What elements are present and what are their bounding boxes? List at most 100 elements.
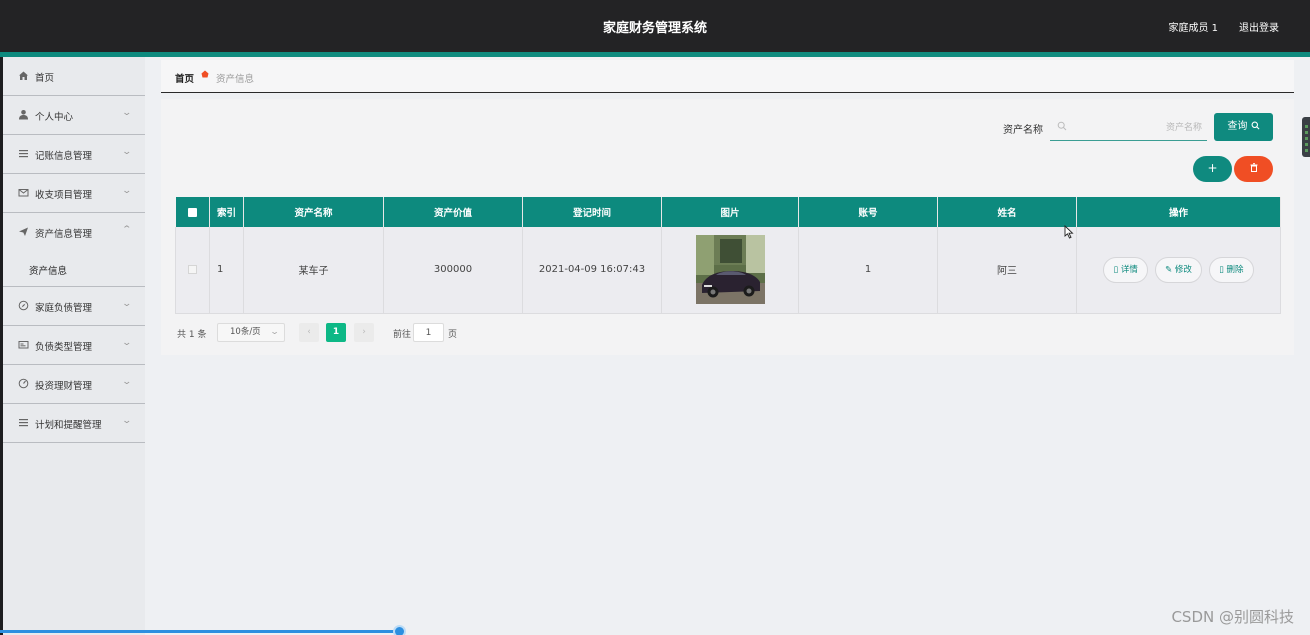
sidebar-item-label: 家庭负债管理 bbox=[35, 303, 93, 314]
compass-icon bbox=[18, 300, 29, 311]
plus-icon: + bbox=[1207, 161, 1218, 175]
app-title: 家庭财务管理系统 bbox=[602, 21, 707, 36]
column-header: 操作 bbox=[1076, 197, 1281, 227]
top-accent-line bbox=[0, 52, 1310, 57]
sidebar-item-label: 个人中心 bbox=[35, 112, 74, 123]
send-icon bbox=[18, 226, 29, 237]
sidebar: 首页 个人中心 ⌄ 记账信息管理 ⌄ 收支项目管理 ⌄ 资产信息管理 ⌃ 资产信… bbox=[3, 57, 145, 635]
sidebar-item-plans-reminders[interactable]: 计划和提醒管理 ⌄ bbox=[3, 404, 145, 443]
query-button[interactable]: 查询 bbox=[1214, 113, 1273, 141]
document-icon: ▯ bbox=[1113, 264, 1119, 275]
chevron-up-icon: ⌃ bbox=[121, 225, 133, 235]
sidebar-item-label: 负债类型管理 bbox=[35, 342, 93, 353]
sidebar-item-home[interactable]: 首页 bbox=[3, 57, 145, 96]
query-button-label: 查询 bbox=[1227, 121, 1248, 132]
cell-operations: ▯ 详情 ✎ 修改 ▯ 删除 bbox=[1076, 227, 1281, 314]
next-page-button[interactable]: › bbox=[354, 323, 374, 342]
edit-icon: ✎ bbox=[1165, 264, 1173, 275]
sidebar-item-debt-type[interactable]: 负债类型管理 ⌄ bbox=[3, 326, 145, 365]
sidebar-item-income-expense[interactable]: 收支项目管理 ⌄ bbox=[3, 174, 145, 213]
row-select-cell bbox=[175, 227, 210, 314]
edit-label: 修改 bbox=[1174, 264, 1192, 275]
cell-image bbox=[661, 227, 799, 314]
column-header: 姓名 bbox=[937, 197, 1077, 227]
goto-label: 前往 bbox=[393, 330, 412, 340]
pagination: 共 1 条 10条/页 ⌄ ‹ 1 › 前往 页 bbox=[177, 323, 577, 343]
chevron-right-icon: › bbox=[362, 327, 366, 337]
sidebar-item-label: 投资理财管理 bbox=[35, 381, 93, 392]
search-icon bbox=[1057, 121, 1067, 131]
cell-account: 1 bbox=[798, 227, 938, 314]
sidebar-item-accounting[interactable]: 记账信息管理 ⌄ bbox=[3, 135, 145, 174]
logout-link[interactable]: 退出登录 bbox=[1239, 19, 1279, 34]
mail-icon bbox=[18, 187, 29, 198]
top-bar: 家庭财务管理系统 家庭成员 1 退出登录 bbox=[0, 0, 1310, 52]
search-icon bbox=[1251, 121, 1260, 130]
sidebar-item-investment[interactable]: 投资理财管理 ⌄ bbox=[3, 365, 145, 404]
search-field[interactable] bbox=[1050, 116, 1207, 141]
prev-page-button[interactable]: ‹ bbox=[299, 323, 319, 342]
cell-index: 1 bbox=[209, 227, 244, 314]
edit-button[interactable]: ✎ 修改 bbox=[1155, 256, 1202, 283]
sidebar-item-assets[interactable]: 资产信息管理 ⌃ bbox=[3, 213, 145, 252]
list-icon bbox=[18, 148, 29, 159]
mouse-cursor-icon bbox=[1064, 225, 1074, 239]
separator-icon bbox=[201, 70, 209, 78]
search-label: 资产名称 bbox=[1003, 125, 1043, 136]
side-scroll-handle[interactable] bbox=[1302, 117, 1310, 157]
chevron-down-icon: ⌄ bbox=[121, 108, 133, 118]
page-size-select[interactable]: 10条/页 ⌄ bbox=[217, 323, 285, 342]
sidebar-item-label: 资产信息管理 bbox=[35, 229, 93, 240]
detail-button[interactable]: ▯ 详情 bbox=[1103, 256, 1148, 283]
select-all-header[interactable] bbox=[175, 197, 210, 227]
sidebar-item-label: 计划和提醒管理 bbox=[35, 420, 102, 431]
row-checkbox[interactable] bbox=[188, 264, 197, 274]
breadcrumb: 首页 资产信息 bbox=[161, 60, 1294, 93]
batch-delete-button[interactable] bbox=[1234, 156, 1273, 182]
chevron-down-icon: ⌄ bbox=[121, 186, 133, 196]
search-input[interactable] bbox=[1072, 120, 1202, 136]
delete-label: 删除 bbox=[1226, 264, 1244, 275]
select-all-checkbox[interactable] bbox=[187, 207, 197, 217]
chevron-down-icon: ⌄ bbox=[121, 416, 133, 426]
breadcrumb-current: 资产信息 bbox=[216, 74, 255, 85]
watermark: CSDN @别圆科技 bbox=[1171, 608, 1294, 626]
column-header: 资产价值 bbox=[383, 197, 523, 227]
cell-person-name: 阿三 bbox=[937, 227, 1077, 314]
column-header: 索引 bbox=[209, 197, 244, 227]
detail-label: 详情 bbox=[1120, 264, 1138, 275]
chevron-down-icon: ⌄ bbox=[121, 147, 133, 157]
progress-handle[interactable] bbox=[393, 625, 406, 635]
user-icon bbox=[18, 109, 29, 120]
page-number-button[interactable]: 1 bbox=[326, 323, 346, 342]
sidebar-item-label: 收支项目管理 bbox=[35, 190, 93, 201]
sidebar-subitem-asset-info[interactable]: 资产信息 bbox=[3, 252, 145, 287]
page-unit-label: 页 bbox=[448, 330, 458, 340]
chevron-left-icon: ‹ bbox=[307, 327, 311, 337]
car-image[interactable] bbox=[695, 235, 765, 305]
table-row: 1 某车子 300000 2021-04-09 16:07:43 1 阿三 ▯ … bbox=[175, 227, 1281, 314]
sidebar-item-family-debt[interactable]: 家庭负债管理 ⌄ bbox=[3, 287, 145, 326]
gauge-icon bbox=[18, 378, 29, 389]
current-user: 家庭成员 1 bbox=[1168, 23, 1218, 34]
page-size-value: 10条/页 bbox=[230, 327, 261, 337]
total-count: 共 1 条 bbox=[177, 330, 207, 340]
trash-icon bbox=[1250, 163, 1257, 172]
goto-page-input[interactable] bbox=[413, 323, 444, 342]
chevron-down-icon: ⌄ bbox=[121, 338, 133, 348]
chevron-down-icon: ⌄ bbox=[121, 299, 133, 309]
sidebar-item-label: 记账信息管理 bbox=[35, 151, 93, 162]
asset-table: 索引 资产名称 资产价值 登记时间 图片 账号 姓名 操作 1 某车子 3000… bbox=[175, 197, 1281, 314]
list-icon bbox=[18, 417, 29, 428]
cell-register-time: 2021-04-09 16:07:43 bbox=[522, 227, 662, 314]
delete-button[interactable]: ▯ 删除 bbox=[1209, 256, 1254, 283]
cell-asset-name: 某车子 bbox=[243, 227, 384, 314]
column-header: 账号 bbox=[798, 197, 938, 227]
sidebar-item-personal-center[interactable]: 个人中心 ⌄ bbox=[3, 96, 145, 135]
column-header: 资产名称 bbox=[243, 197, 384, 227]
main-panel: 资产名称 查询 + 索引 资产名称 资产价值 登记时间 图片 账号 姓名 操作 bbox=[161, 99, 1294, 355]
sidebar-item-label: 首页 bbox=[35, 73, 55, 84]
add-button[interactable]: + bbox=[1193, 156, 1232, 182]
breadcrumb-home[interactable]: 首页 bbox=[175, 71, 194, 85]
column-header: 登记时间 bbox=[522, 197, 662, 227]
